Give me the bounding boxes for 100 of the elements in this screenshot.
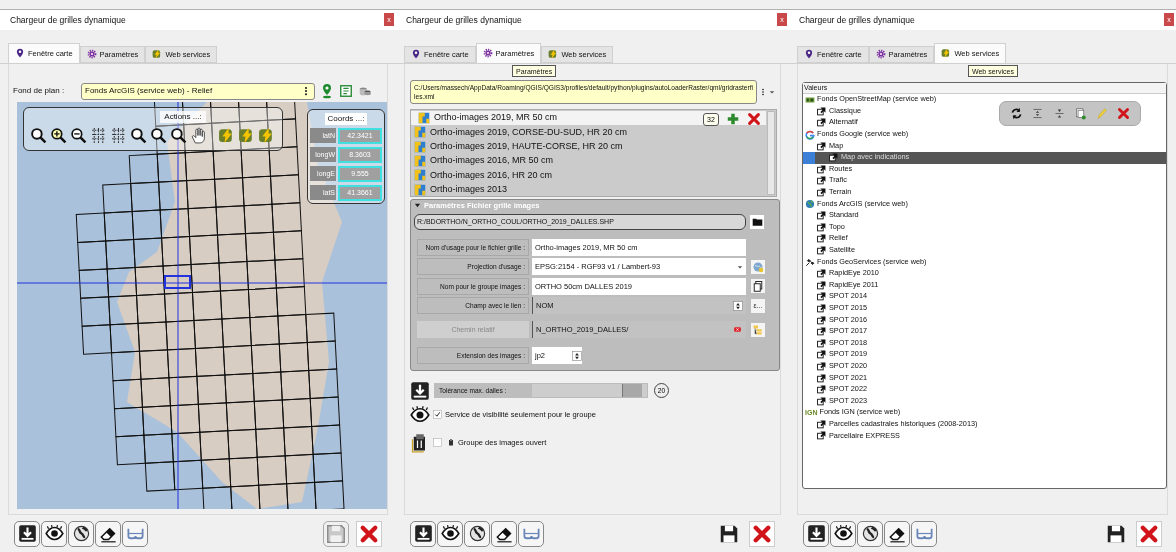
stepper-icon	[572, 349, 582, 362]
external-link-icon	[817, 385, 826, 395]
checkbox[interactable]	[433, 410, 442, 420]
external-link-icon	[817, 141, 826, 151]
collapse-icon[interactable]	[414, 202, 421, 210]
external-link-icon	[817, 106, 826, 116]
close-icon	[359, 523, 379, 544]
toolbar-button[interactable]	[857, 520, 883, 547]
lightning-icon[interactable]	[238, 126, 255, 144]
lightning-icon	[152, 49, 163, 60]
external-link-icon	[817, 245, 826, 255]
scrollbar[interactable]	[767, 110, 775, 195]
download-icon	[413, 524, 433, 544]
tile-icon	[414, 183, 426, 196]
list-item[interactable]: Ortho-images 2019, HAUTE-CORSE, HR 20 cm	[411, 139, 766, 154]
external-link-icon	[817, 327, 826, 337]
toolbar-button[interactable]	[491, 520, 517, 547]
gear-icon	[482, 48, 493, 59]
list-item[interactable]: Ortho-images 2016, MR 50 cm	[411, 153, 766, 169]
toolbar-button[interactable]	[95, 520, 121, 547]
caret-icon	[737, 263, 743, 270]
globe-icon	[71, 524, 91, 544]
toolbar-button[interactable]	[437, 520, 463, 547]
plus-icon[interactable]	[726, 111, 740, 126]
tile-icon	[414, 155, 426, 167]
basemap-dropdown[interactable]: Fonds ArcGIS (service web) - Relief	[81, 82, 315, 100]
external-link-icon	[817, 431, 826, 441]
tile-icon	[414, 126, 426, 139]
globe-icon	[752, 260, 764, 273]
gear-icon	[86, 49, 97, 60]
toolbar-button[interactable]	[41, 520, 67, 547]
zoom-icon[interactable]	[150, 126, 167, 144]
folder-tree-icon	[752, 323, 764, 336]
download-icon	[410, 380, 430, 401]
tile-icon	[418, 112, 430, 125]
external-link-icon	[817, 118, 826, 128]
close-button[interactable]	[356, 520, 382, 547]
close-icon	[1139, 523, 1159, 544]
slider[interactable]	[531, 383, 648, 399]
list-item[interactable]: Ortho-images 2016, HR 20 cm	[411, 168, 766, 183]
toolbar-button[interactable]	[830, 520, 856, 547]
close-icon	[752, 523, 772, 544]
zoom-out-icon[interactable]	[70, 126, 87, 144]
toolbar-button[interactable]	[410, 520, 436, 547]
external-link-icon	[817, 350, 826, 360]
external-link-icon	[817, 280, 826, 290]
zoom-icon[interactable]	[170, 126, 187, 144]
clear-icon[interactable]	[732, 325, 743, 335]
lightning-icon	[941, 48, 952, 59]
external-link-icon	[817, 419, 826, 429]
external-link-icon	[817, 292, 826, 302]
toolbar-button[interactable]	[884, 520, 910, 547]
stepper-icon	[733, 299, 743, 312]
folder-icon	[751, 216, 763, 228]
satellite-icon	[805, 257, 815, 268]
toolbar-button[interactable]	[68, 520, 94, 547]
zoom-in-icon[interactable]	[50, 126, 67, 144]
external-link-icon	[817, 176, 826, 186]
close-button[interactable]	[1136, 520, 1162, 547]
zoom-icon[interactable]	[130, 126, 147, 144]
form-icon[interactable]	[339, 84, 353, 99]
list-item[interactable]: Ortho-images 2013	[411, 182, 766, 197]
download-icon	[17, 524, 37, 544]
grid-icon[interactable]	[90, 126, 107, 144]
eye-icon	[410, 404, 430, 425]
letter-g-icon	[805, 129, 815, 140]
close-icon[interactable]	[747, 111, 761, 126]
clipboard-icon	[447, 438, 455, 448]
external-link-icon	[817, 269, 826, 279]
external-link-icon	[817, 361, 826, 371]
toolbar-button[interactable]	[803, 520, 829, 547]
grid-icon[interactable]	[110, 126, 127, 144]
lightning-icon[interactable]	[218, 126, 235, 144]
lightning-icon[interactable]	[258, 126, 275, 144]
list-item[interactable]: Ortho-images 2019, CORSE-DU-SUD, HR 20 cm	[411, 125, 766, 140]
lightning-icon	[548, 49, 559, 60]
globe-icon	[467, 524, 487, 544]
checkbox[interactable]	[433, 438, 442, 448]
copy-icon[interactable]	[1074, 106, 1088, 120]
close-button[interactable]	[749, 520, 775, 547]
close-icon[interactable]	[1116, 106, 1130, 120]
slider-handle[interactable]	[622, 384, 643, 398]
external-link-icon	[817, 373, 826, 383]
external-link-icon	[817, 338, 826, 348]
globe-icon	[860, 524, 880, 544]
external-link-icon	[817, 396, 826, 406]
tool-button[interactable]	[751, 279, 765, 294]
folder-button[interactable]	[750, 214, 764, 229]
toolbar-button[interactable]	[14, 520, 40, 547]
refresh-icon[interactable]	[1010, 106, 1024, 120]
pin-icon	[804, 49, 814, 60]
external-link-icon	[817, 211, 826, 221]
zoom-icon[interactable]	[30, 126, 47, 144]
globe-icon	[805, 199, 815, 210]
map-drawing[interactable]	[17, 101, 387, 509]
hand-icon[interactable]	[190, 126, 207, 144]
external-link-icon	[817, 164, 826, 174]
expand-icon[interactable]	[1031, 106, 1045, 120]
copy-icon	[752, 280, 764, 293]
toolbar-button[interactable]	[464, 520, 490, 547]
